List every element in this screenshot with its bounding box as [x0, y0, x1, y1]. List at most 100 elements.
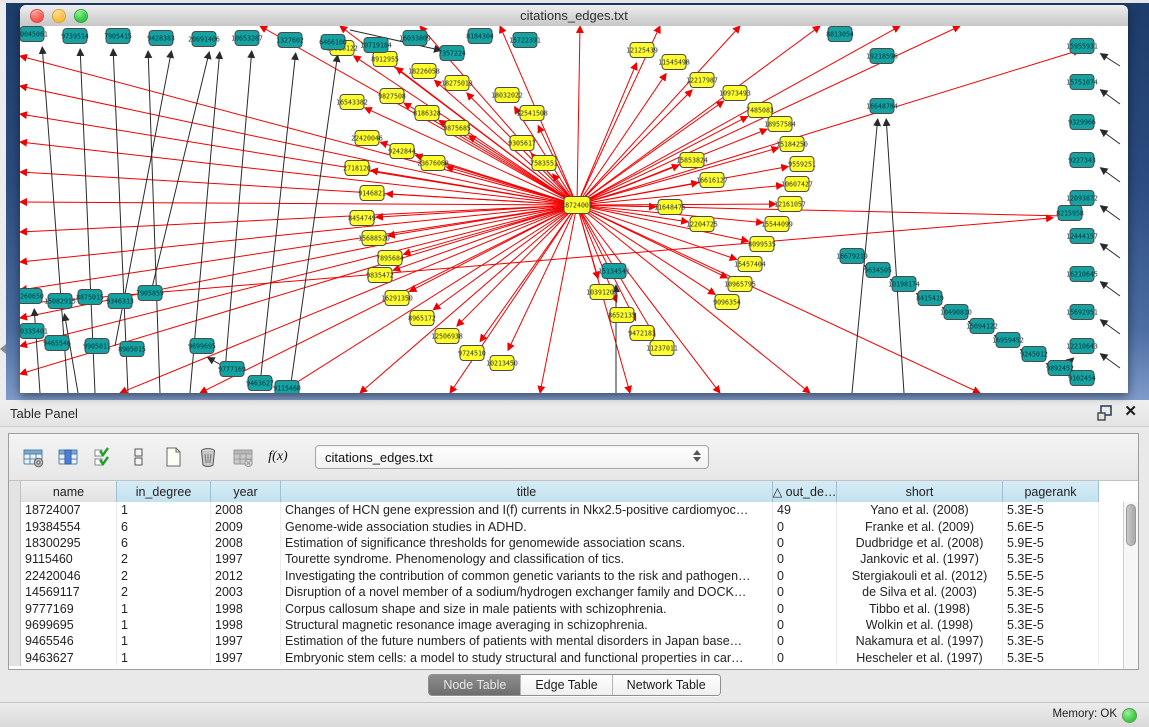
- graph-node[interactable]: 11545498: [658, 55, 690, 70]
- cell-name[interactable]: 18724007: [21, 502, 117, 518]
- cell-in-degree[interactable]: 1: [117, 650, 211, 666]
- graph-node[interactable]: 9835472: [366, 268, 394, 283]
- graph-node[interactable]: 16291350: [381, 291, 413, 306]
- cell-title[interactable]: Corpus callosum shape and size in male p…: [281, 600, 773, 616]
- cell-out-de-[interactable]: 0: [773, 617, 837, 633]
- graph-node[interactable]: 7895684: [376, 251, 404, 266]
- graph-node[interactable]: 10607427: [781, 177, 813, 192]
- table-selector-dropdown[interactable]: citations_edges.txt: [315, 445, 709, 469]
- cell-pagerank[interactable]: 5.3E-5: [1003, 502, 1099, 518]
- graph-node[interactable]: 9115460: [273, 381, 301, 394]
- cell-name[interactable]: 9463627: [21, 650, 117, 666]
- cell-title[interactable]: Disruption of a novel member of a sodium…: [281, 584, 773, 600]
- close-panel-icon[interactable]: ✕: [1124, 404, 1137, 420]
- graph-node[interactable]: 12161057: [774, 197, 806, 212]
- graph-node[interactable]: 2260650: [20, 289, 44, 304]
- graph-node[interactable]: 15853824: [676, 153, 708, 168]
- graph-node[interactable]: 15457404: [734, 257, 766, 272]
- graph-node[interactable]: 12093872: [1066, 191, 1098, 206]
- graph-node[interactable]: 8965172: [408, 311, 436, 326]
- graph-node[interactable]: 15544099: [761, 217, 793, 232]
- graph-node[interactable]: 15692951: [1066, 305, 1098, 320]
- graph-node[interactable]: 9329966: [1068, 115, 1096, 130]
- cell-title[interactable]: Investigating the contribution of common…: [281, 568, 773, 584]
- graph-node[interactable]: 9875685: [443, 121, 471, 136]
- graph-node[interactable]: 9634505: [864, 263, 892, 278]
- graph-node[interactable]: 11648475: [654, 200, 686, 215]
- graph-node[interactable]: 9305617: [508, 136, 536, 151]
- graph-node[interactable]: 7357224: [438, 46, 466, 61]
- table-settings-icon[interactable]: [19, 443, 47, 471]
- cell-title[interactable]: Estimation of significance thresholds fo…: [281, 535, 773, 551]
- graph-node[interactable]: 8415419: [916, 291, 944, 306]
- cell-title[interactable]: Structural magnetic resonance image aver…: [281, 617, 773, 633]
- graph-node[interactable]: 12444157: [1066, 229, 1098, 244]
- graph-node[interactable]: 18957584: [764, 117, 796, 132]
- graph-node[interactable]: 9227343: [1068, 153, 1096, 168]
- cell-in-degree[interactable]: 2: [117, 568, 211, 584]
- cell-short[interactable]: Wolkin et al. (1998): [837, 617, 1003, 633]
- table-vertical-scrollbar[interactable]: [1123, 502, 1138, 669]
- cell-in-degree[interactable]: 2: [117, 584, 211, 600]
- column-header-year[interactable]: year: [211, 481, 281, 502]
- cell-year[interactable]: 2012: [211, 568, 281, 584]
- cell-pagerank[interactable]: 5.3E-5: [1003, 600, 1099, 616]
- graph-node[interactable]: 15751074: [1066, 75, 1098, 90]
- cell-in-degree[interactable]: 1: [117, 617, 211, 633]
- cell-out-de-[interactable]: 0: [773, 584, 837, 600]
- graph-node[interactable]: 2718120: [343, 161, 371, 176]
- graph-node[interactable]: 15094122: [966, 319, 998, 334]
- graph-node[interactable]: 10973493: [719, 86, 751, 101]
- cell-short[interactable]: Stergiakouli et al. (2012): [837, 568, 1003, 584]
- graph-node[interactable]: 10719184: [360, 38, 392, 53]
- graph-node[interactable]: 12506938: [431, 329, 463, 344]
- graph-node[interactable]: 7905415: [104, 29, 132, 44]
- cell-in-degree[interactable]: 1: [117, 633, 211, 649]
- table-row[interactable]: 1456911722003Disruption of a novel membe…: [9, 584, 1123, 600]
- tab-network-table[interactable]: Network Table: [613, 675, 720, 695]
- network-view-window[interactable]: citations_edges.txt 18616122891295518226…: [20, 5, 1128, 393]
- select-columns-icon[interactable]: [89, 443, 117, 471]
- scrollbar-thumb[interactable]: [1126, 504, 1136, 546]
- cell-short[interactable]: Dudbridge et al. (2008): [837, 535, 1003, 551]
- cell-name[interactable]: 14569117: [21, 584, 117, 600]
- cell-pagerank[interactable]: 5.9E-5: [1003, 535, 1099, 551]
- graph-node[interactable]: 9739514: [61, 29, 89, 44]
- cell-short[interactable]: de Silva et al. (2003): [837, 584, 1003, 600]
- cell-title[interactable]: Embryonic stem cells: a model to study s…: [281, 650, 773, 666]
- delete-table-icon[interactable]: [229, 443, 257, 471]
- graph-node[interactable]: 1327602: [276, 33, 304, 48]
- cell-in-degree[interactable]: 6: [117, 535, 211, 551]
- delete-column-icon[interactable]: [194, 443, 222, 471]
- graph-node[interactable]: 12541508: [516, 106, 548, 121]
- cell-year[interactable]: 2008: [211, 535, 281, 551]
- cell-title[interactable]: Estimation of the future numbers of pati…: [281, 633, 773, 649]
- graph-node[interactable]: 10490810: [940, 305, 972, 320]
- graph-node[interactable]: 8454749: [348, 211, 376, 226]
- cell-pagerank[interactable]: 5.6E-5: [1003, 518, 1099, 534]
- graph-node[interactable]: 10198174: [888, 277, 920, 292]
- cell-year[interactable]: 1997: [211, 650, 281, 666]
- cell-out-de-[interactable]: 0: [773, 600, 837, 616]
- window-titlebar[interactable]: citations_edges.txt: [20, 5, 1128, 27]
- float-panel-icon[interactable]: [1097, 405, 1113, 421]
- graph-node[interactable]: 15722391: [509, 33, 541, 48]
- graph-node[interactable]: 6466100: [319, 35, 347, 50]
- graph-node[interactable]: 12125439: [626, 43, 658, 58]
- graph-node[interactable]: 18032022: [491, 88, 523, 103]
- table-row[interactable]: 1872400712008Changes of HCN gene express…: [9, 502, 1123, 518]
- graph-node[interactable]: 10045061: [20, 27, 48, 42]
- graph-node[interactable]: 9777169: [218, 362, 246, 377]
- column-header-out-de-[interactable]: △ out_de…: [773, 481, 837, 502]
- cell-short[interactable]: Jankovic et al. (1997): [837, 551, 1003, 567]
- graph-node[interactable]: 9559251: [788, 157, 816, 172]
- graph-node[interactable]: 16648784: [866, 99, 898, 114]
- graph-node[interactable]: 20691406: [188, 32, 220, 47]
- cell-title[interactable]: Changes of HCN gene expression and I(f) …: [281, 502, 773, 518]
- graph-node[interactable]: 12204725: [686, 217, 718, 232]
- graph-node[interactable]: 10653287: [231, 31, 263, 46]
- cell-out-de-[interactable]: 49: [773, 502, 837, 518]
- cell-year[interactable]: 1998: [211, 617, 281, 633]
- graph-node[interactable]: 8813054: [826, 27, 854, 42]
- cell-out-de-[interactable]: 0: [773, 551, 837, 567]
